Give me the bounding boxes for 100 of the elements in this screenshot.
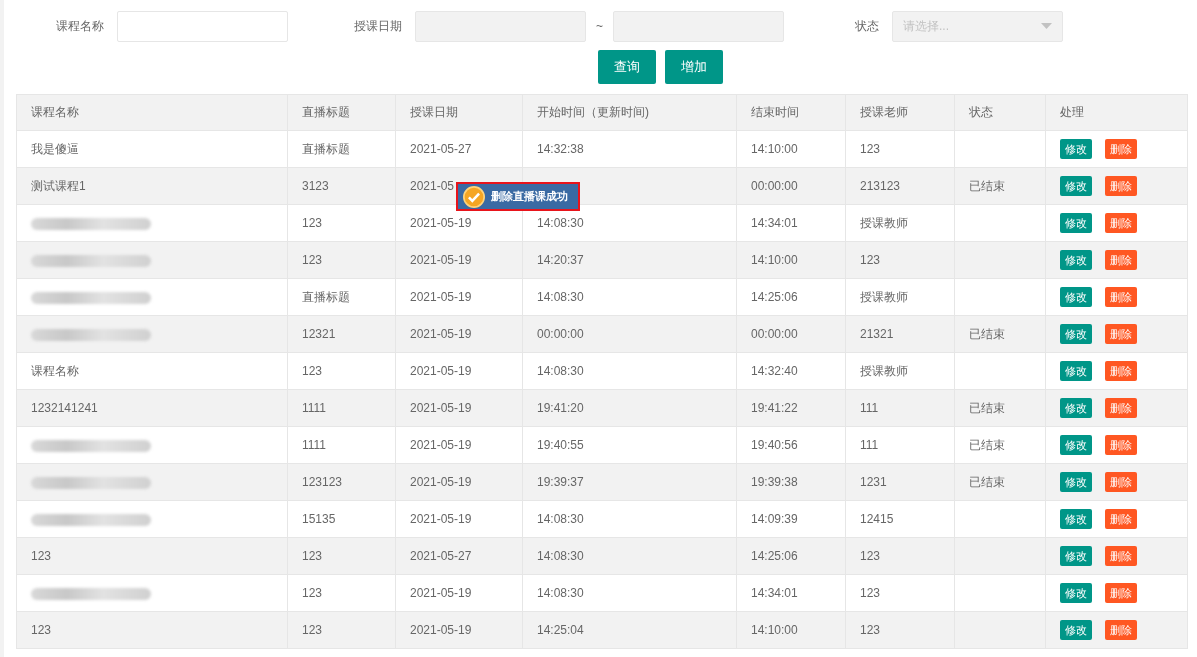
delete-button[interactable]: 删除 [1105,324,1137,344]
edit-button[interactable]: 修改 [1060,583,1092,603]
edit-button[interactable]: 修改 [1060,287,1092,307]
table-cell: 123 [860,549,881,563]
table-cell: 19:40:56 [751,438,798,452]
column-header: 授课老师 [845,94,955,131]
table-cell: 123 [302,364,323,378]
table-cell: 123 [302,253,323,267]
table-cell: 14:10:00 [751,623,798,637]
table-cell: 123 [302,586,323,600]
edit-button[interactable]: 修改 [1060,361,1092,381]
add-button[interactable]: 增加 [665,50,723,84]
table-cell: 1111 [302,401,327,415]
table-cell: 111 [860,438,879,452]
edit-button[interactable]: 修改 [1060,398,1092,418]
table-cell: 2021-05-19 [410,438,472,452]
caret-icon [1041,23,1052,29]
table-cell: 123 [302,549,323,563]
table-cell: 2021-05-19 [410,401,472,415]
table-cell: 14:08:30 [537,290,584,304]
table-cell: 15135 [302,512,336,526]
table-cell: 2021-05-19 [410,512,472,526]
table-cell: 21321 [860,327,894,341]
table-cell: 123123 [302,475,343,489]
edit-button[interactable]: 修改 [1060,324,1092,344]
table-cell: 14:08:30 [537,364,584,378]
delete-button[interactable]: 删除 [1105,398,1137,418]
table-cell: 已结束 [969,178,1005,193]
delete-button[interactable]: 删除 [1105,583,1137,603]
table-cell: 123 [860,142,881,156]
table-cell: 1231 [860,475,887,489]
table-cell: 14:08:30 [537,512,584,526]
table-cell: 2021-05 [410,179,455,193]
table-cell: 00:00:00 [751,327,798,341]
table-cell: 00:00:00 [751,179,798,193]
column-header: 结束时间 [736,94,846,131]
table-cell: 14:25:06 [751,290,798,304]
table-cell: 授课教师 [860,363,908,378]
delete-button[interactable]: 删除 [1105,509,1137,529]
column-header: 状态 [954,94,1046,131]
edit-button[interactable]: 修改 [1060,176,1092,196]
table-cell: 直播标题 [302,289,350,304]
table-cell: 已结束 [969,326,1005,341]
table-cell: 14:10:00 [751,142,798,156]
edit-button[interactable]: 修改 [1060,546,1092,566]
table-cell: 2021-05-19 [410,364,472,378]
table-cell: 19:39:37 [537,475,584,489]
table-cell: 123 [860,623,881,637]
edit-button[interactable]: 修改 [1060,509,1092,529]
table-cell: 直播标题 [302,141,350,156]
table-cell: 2021-05-27 [410,142,472,156]
delete-button[interactable]: 删除 [1105,620,1137,640]
delete-button[interactable]: 删除 [1105,250,1137,270]
column-header: 课程名称 [16,94,288,131]
table-cell: 2021-05-19 [410,475,472,489]
delete-button[interactable]: 删除 [1105,176,1137,196]
table-cell: 14:08:30 [537,586,584,600]
table-cell: 1232141241 [31,401,98,415]
table-cell: 19:39:38 [751,475,798,489]
delete-button[interactable]: 删除 [1105,472,1137,492]
delete-button[interactable]: 删除 [1105,435,1137,455]
start-date-input[interactable] [415,10,586,42]
delete-button[interactable]: 删除 [1105,546,1137,566]
table-cell: 2021-05-19 [410,290,472,304]
table-cell: 14:09:39 [751,512,798,526]
table-cell: 1111 [302,438,327,452]
edit-button[interactable]: 修改 [1060,139,1092,159]
table-cell: 12415 [860,512,894,526]
delete-button[interactable]: 删除 [1105,287,1137,307]
delete-button[interactable]: 删除 [1105,361,1137,381]
table-cell: 123 [31,549,52,563]
edit-button[interactable]: 修改 [1060,213,1092,233]
table-cell: 课程名称 [31,363,79,378]
table-cell: 123 [302,216,323,230]
column-header: 直播标题 [287,94,396,131]
table-cell: 测试课程1 [31,178,86,193]
table-cell: 14:20:37 [537,253,584,267]
toast-message: 删除直播课成功 [491,189,568,204]
table-cell: 14:08:30 [537,216,584,230]
column-header: 处理 [1045,94,1188,131]
table-cell: 已结束 [969,437,1005,452]
check-icon [463,185,485,208]
edit-button[interactable]: 修改 [1060,250,1092,270]
table-cell: 授课教师 [860,215,908,230]
table-cell: 00:00:00 [537,327,584,341]
end-date-input[interactable] [613,10,784,42]
table-cell: 123 [860,586,881,600]
table-cell: 14:08:30 [537,549,584,563]
table-cell: 14:34:01 [751,586,798,600]
delete-button[interactable]: 删除 [1105,139,1137,159]
table-cell: 已结束 [969,400,1005,415]
edit-button[interactable]: 修改 [1060,472,1092,492]
delete-button[interactable]: 删除 [1105,213,1137,233]
edit-button[interactable]: 修改 [1060,620,1092,640]
edit-button[interactable]: 修改 [1060,435,1092,455]
column-header: 开始时间（更新时间) [522,94,737,131]
course-name-input[interactable] [117,10,288,42]
field-label: 状态 [855,17,879,35]
search-button[interactable]: 查询 [598,50,656,84]
table-cell: 123 [860,253,881,267]
